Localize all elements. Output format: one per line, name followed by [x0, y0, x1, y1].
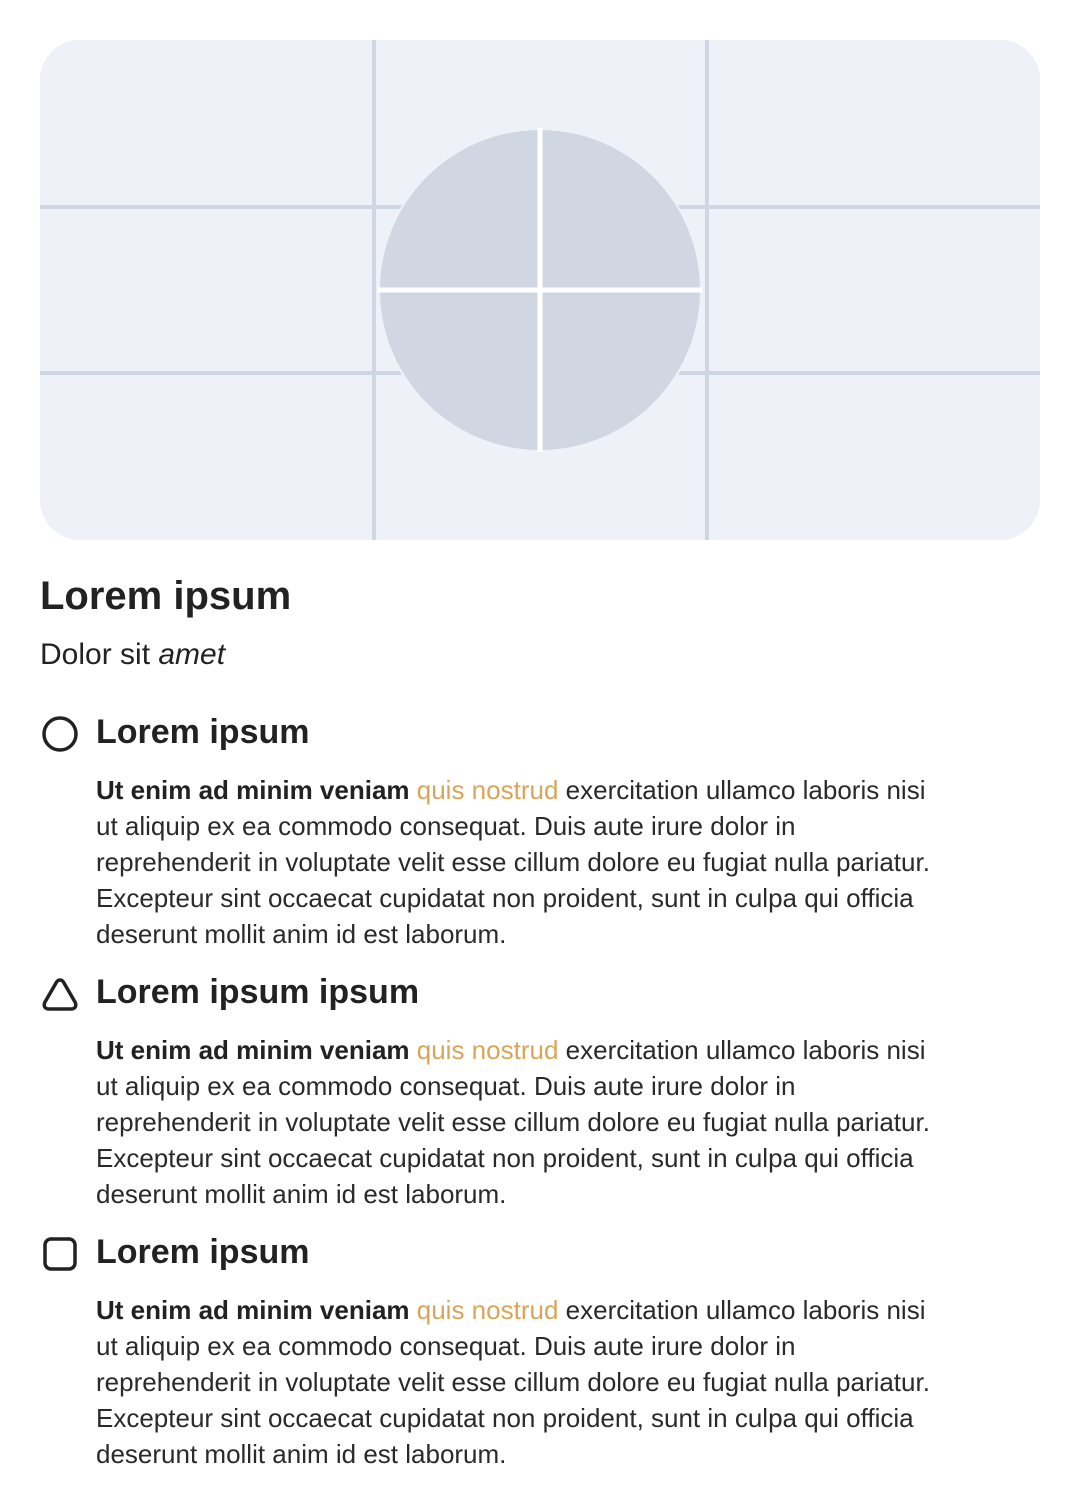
triangle-icon: [40, 974, 80, 1014]
feature-title: Lorem ipsum ipsum: [96, 973, 420, 1011]
feature-title: Lorem ipsum: [96, 713, 310, 751]
hero-image-placeholder: [40, 40, 1040, 540]
page-subtitle: Dolor sit amet: [40, 636, 225, 674]
subtitle-text: Dolor sit: [40, 638, 151, 671]
feature-description: Ut enim ad minim veniam quis nostrud exe…: [96, 772, 936, 952]
image-placeholder-icon: [40, 40, 1040, 540]
feature-section: Lorem ipsum Ut enim ad minim veniam quis…: [40, 708, 940, 952]
subtitle-italic-text: amet: [158, 638, 226, 671]
feature-lead-bold: Ut enim ad minim veniam: [96, 775, 410, 805]
feature-lead-bold: Ut enim ad minim veniam: [96, 1035, 410, 1065]
feature-description: Ut enim ad minim veniam quis nostrud exe…: [96, 1292, 936, 1472]
feature-title: Lorem ipsum: [96, 1233, 310, 1271]
page-title: Lorem ipsum: [40, 574, 292, 618]
feature-header: Lorem ipsum ipsum: [40, 968, 940, 1016]
feature-section: Lorem ipsum ipsum Ut enim ad minim venia…: [40, 968, 940, 1212]
feature-header: Lorem ipsum: [40, 708, 940, 756]
feature-lead-link[interactable]: quis nostrud: [417, 775, 559, 805]
page: Lorem ipsum Dolor sit amet Lorem ipsum U…: [0, 0, 1080, 1504]
feature-description: Ut enim ad minim veniam quis nostrud exe…: [96, 1032, 936, 1212]
feature-lead-link[interactable]: quis nostrud: [417, 1035, 559, 1065]
feature-lead-bold: Ut enim ad minim veniam: [96, 1295, 410, 1325]
feature-lead-link[interactable]: quis nostrud: [417, 1295, 559, 1325]
feature-section: Lorem ipsum Ut enim ad minim veniam quis…: [40, 1228, 940, 1472]
circle-icon: [40, 714, 80, 754]
square-icon: [40, 1234, 80, 1274]
feature-header: Lorem ipsum: [40, 1228, 940, 1276]
